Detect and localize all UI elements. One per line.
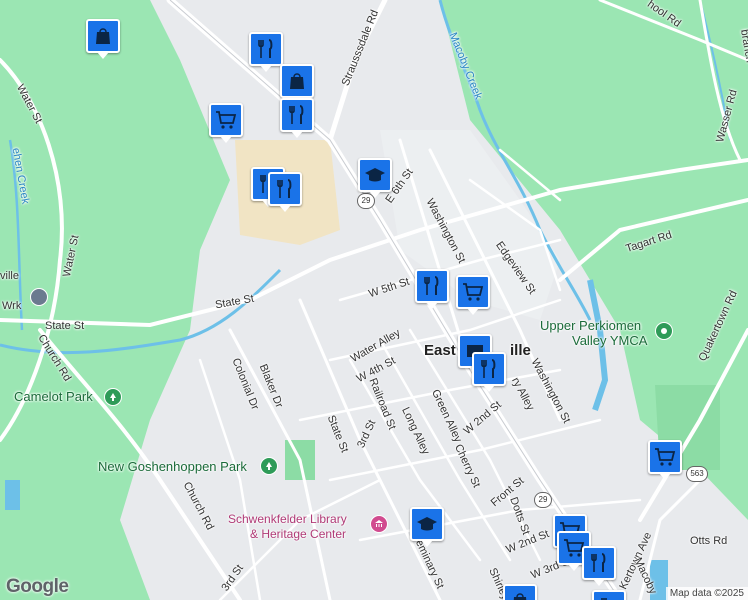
restaurant-icon[interactable] [472, 352, 506, 392]
route-shield: 29 [534, 492, 552, 508]
shopping-bag-icon[interactable] [503, 584, 537, 600]
street-label: State St [45, 320, 85, 332]
ymca-marker-icon[interactable] [655, 322, 673, 340]
town-label-suffix: ille [510, 342, 531, 359]
grocery-cart-icon[interactable] [209, 103, 243, 143]
route-shield: 563 [686, 466, 708, 482]
wwtp-label: Wrk [2, 300, 22, 312]
school-icon[interactable] [410, 507, 444, 547]
restaurant-icon[interactable] [280, 98, 314, 138]
ymca-label[interactable]: Upper Perkiomen [540, 318, 641, 333]
town-label: East [424, 342, 456, 359]
library-label[interactable]: Schwenkfelder Library [228, 512, 347, 526]
shopping-bag-icon[interactable] [86, 19, 120, 59]
restaurant-icon[interactable] [249, 32, 283, 72]
tree-icon[interactable] [260, 457, 278, 475]
street-label: Otts Rd [690, 535, 728, 547]
restaurant-icon[interactable] [582, 546, 616, 586]
map-attribution[interactable]: Map data ©2025 [665, 587, 748, 600]
ymca-label[interactable]: Valley YMCA [572, 333, 647, 348]
grocery-cart-icon[interactable] [648, 440, 682, 480]
government-icon[interactable] [30, 288, 48, 306]
restaurant-icon[interactable] [592, 590, 626, 600]
library-label[interactable]: & Heritage Center [250, 527, 346, 541]
tree-icon[interactable] [104, 388, 122, 406]
restaurant-icon[interactable] [415, 269, 449, 309]
park-label[interactable]: New Goshenhoppen Park [98, 459, 247, 474]
park-label[interactable]: Camelot Park [14, 389, 93, 404]
google-logo: Google [6, 576, 69, 597]
grocery-cart-icon[interactable] [456, 275, 490, 315]
museum-icon[interactable] [370, 515, 388, 533]
shopping-bag-icon[interactable] [280, 64, 314, 104]
map-base-layer [0, 0, 748, 600]
school-icon[interactable] [358, 158, 392, 198]
map-view[interactable]: Water St Water St State St State St Chur… [0, 0, 748, 600]
restaurant-icon[interactable] [268, 172, 302, 212]
wwtp-label: ville [0, 270, 19, 282]
